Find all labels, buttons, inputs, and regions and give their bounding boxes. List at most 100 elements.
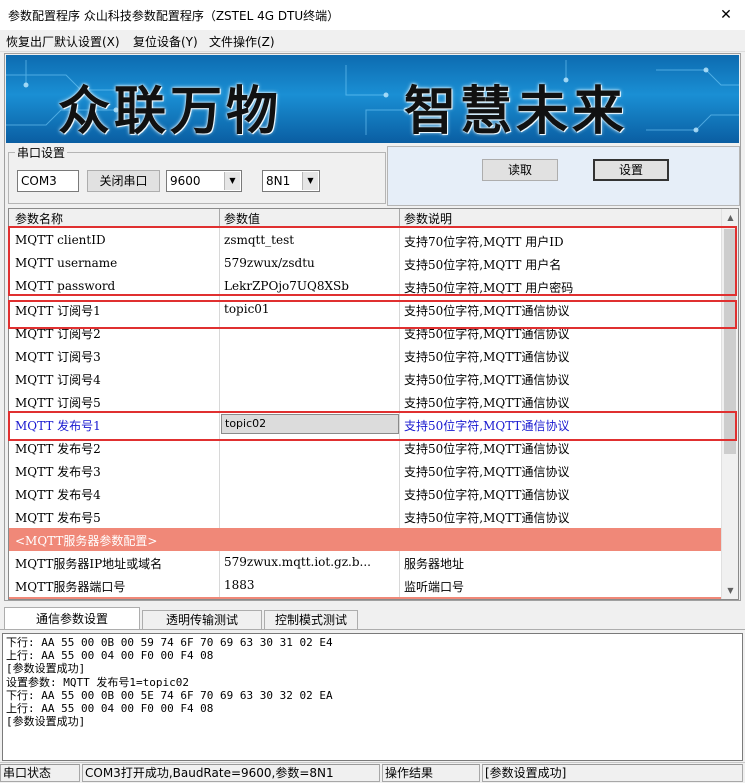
op-result-label: 操作结果 <box>382 764 480 782</box>
tab-divider <box>0 629 745 630</box>
param-value[interactable]: 579zwux.mqtt.iot.gz.b... <box>224 555 399 569</box>
param-description: 支持50位字符,MQTT通信协议 <box>404 465 570 479</box>
banner-slogan-right: 智慧未来 <box>404 81 629 142</box>
port-status-label: 串口状态 <box>0 764 80 782</box>
frame-format-select[interactable]: 8N1 ▼ <box>262 170 320 192</box>
tab-strip: 通信参数设置 透明传输测试 控制模式测试 <box>0 606 745 630</box>
grid-scrollbar[interactable]: ▲ ▼ <box>721 209 738 599</box>
serial-settings-group: 串口设置 COM3 关闭串口 9600 ▼ 8N1 ▼ <box>8 144 386 204</box>
param-name: MQTT 订阅号1 <box>15 304 101 318</box>
table-row[interactable]: MQTT服务器端口号 1883 监听端口号 <box>9 574 721 597</box>
column-divider[interactable] <box>399 209 400 227</box>
column-divider[interactable] <box>219 209 220 227</box>
param-name: MQTT 订阅号5 <box>15 396 101 410</box>
frame-format-value: 8N1 <box>266 174 291 188</box>
log-output[interactable]: 下行: AA 55 00 0B 00 59 74 6F 70 69 63 30 … <box>2 633 743 761</box>
param-value[interactable]: topic01 <box>224 302 399 316</box>
param-value-editor[interactable]: topic02 <box>221 414 399 434</box>
column-header-description[interactable]: 参数说明 <box>404 210 452 227</box>
table-row[interactable]: MQTT 发布号2 支持50位字符,MQTT通信协议 <box>9 436 721 459</box>
com-port-field[interactable]: COM3 <box>17 170 79 192</box>
table-row[interactable]: MQTT 发布号3 支持50位字符,MQTT通信协议 <box>9 459 721 482</box>
table-row[interactable]: MQTT 订阅号4 支持50位字符,MQTT通信协议 <box>9 367 721 390</box>
table-row[interactable]: MQTT 订阅号5 支持50位字符,MQTT通信协议 <box>9 390 721 413</box>
param-description: 监听端口号 <box>404 580 465 594</box>
serial-settings-label: 串口设置 <box>15 144 68 161</box>
param-value[interactable]: 1883 <box>224 578 399 592</box>
menu-file-operations[interactable]: 文件操作(Z) <box>209 33 275 50</box>
param-name: MQTT 发布号2 <box>15 442 101 456</box>
menu-bar: 恢复出厂默认设置(X) 复位设备(Y) 文件操作(Z) <box>0 30 745 52</box>
table-row[interactable]: MQTT服务器IP地址或域名 579zwux.mqtt.iot.gz.b... … <box>9 551 721 574</box>
table-row[interactable]: MQTT username 579zwux/zsdtu 支持50位字符,MQTT… <box>9 252 721 275</box>
section-header-row-partial <box>9 597 721 599</box>
main-panel: 众联万物 智慧未来 串口设置 COM3 关闭串口 9600 ▼ 8N1 ▼ 读取… <box>4 53 741 601</box>
status-bar: 串口状态 COM3打开成功,BaudRate=9600,参数=8N1 操作结果 … <box>0 762 745 783</box>
port-status-value: COM3打开成功,BaudRate=9600,参数=8N1 <box>82 764 380 782</box>
column-header-value[interactable]: 参数值 <box>224 210 260 227</box>
param-name: MQTT clientID <box>15 233 106 247</box>
tab-transparent-test[interactable]: 透明传输测试 <box>142 610 262 629</box>
scroll-up-icon[interactable]: ▲ <box>722 209 738 226</box>
baud-rate-value: 9600 <box>170 174 201 188</box>
menu-restore-defaults[interactable]: 恢复出厂默认设置(X) <box>6 33 120 50</box>
section-header-row[interactable]: <MQTT服务器参数配置> <box>9 528 721 551</box>
scroll-thumb[interactable] <box>724 229 736 454</box>
param-name: MQTT 发布号3 <box>15 465 101 479</box>
tab-comm-params[interactable]: 通信参数设置 <box>4 607 140 630</box>
table-row[interactable]: MQTT 订阅号3 支持50位字符,MQTT通信协议 <box>9 344 721 367</box>
table-row[interactable]: MQTT 订阅号2 支持50位字符,MQTT通信协议 <box>9 321 721 344</box>
param-description: 支持50位字符,MQTT 用户密码 <box>404 281 574 295</box>
baud-rate-select[interactable]: 9600 ▼ <box>166 170 242 192</box>
param-description: 服务器地址 <box>404 557 465 571</box>
param-description: 支持50位字符,MQTT通信协议 <box>404 442 570 456</box>
param-name: MQTT username <box>15 256 118 270</box>
table-row[interactable]: MQTT 发布号5 支持50位字符,MQTT通信协议 <box>9 505 721 528</box>
close-button[interactable]: ✕ <box>713 4 739 26</box>
op-result-value: [参数设置成功] <box>482 764 743 782</box>
banner-slogan-left: 众联万物 <box>58 81 283 142</box>
table-row[interactable]: MQTT 订阅号1 topic01 支持50位字符,MQTT通信协议 <box>9 298 721 321</box>
table-row[interactable]: MQTT clientID zsmqtt_test 支持70位字符,MQTT 用… <box>9 229 721 252</box>
read-button[interactable]: 读取 <box>482 159 558 181</box>
param-description: 支持50位字符,MQTT通信协议 <box>404 350 570 364</box>
param-name: MQTT password <box>15 279 116 293</box>
param-value[interactable]: LekrZPOjo7UQ8XSb <box>224 279 399 293</box>
param-description: 支持50位字符,MQTT通信协议 <box>404 396 570 410</box>
param-value[interactable]: 579zwux/zsdtu <box>224 256 399 270</box>
param-name: MQTT 发布号4 <box>15 488 101 502</box>
param-description: 支持50位字符,MQTT 用户名 <box>404 258 562 272</box>
param-description: 支持50位字符,MQTT通信协议 <box>404 488 570 502</box>
param-name: MQTT服务器IP地址或域名 <box>15 557 163 571</box>
close-port-button[interactable]: 关闭串口 <box>87 170 160 192</box>
chevron-down-icon[interactable]: ▼ <box>302 172 318 190</box>
scroll-down-icon[interactable]: ▼ <box>722 582 738 599</box>
param-name: MQTT服务器端口号 <box>15 580 126 594</box>
chevron-down-icon[interactable]: ▼ <box>224 172 240 190</box>
window-title: 参数配置程序 众山科技参数配置程序（ZSTEL 4G DTU终端） <box>8 9 340 23</box>
param-description: 支持50位字符,MQTT通信协议 <box>404 327 570 341</box>
param-name: MQTT 发布号5 <box>15 511 101 525</box>
parameter-grid[interactable]: 参数名称 参数值 参数说明 MQTT clientID zsmqtt_test … <box>8 208 739 600</box>
param-description: 支持50位字符,MQTT通信协议 <box>404 304 570 318</box>
column-header-name[interactable]: 参数名称 <box>15 210 63 227</box>
title-bar: 参数配置程序 众山科技参数配置程序（ZSTEL 4G DTU终端） ✕ <box>0 0 745 30</box>
table-row[interactable]: MQTT 发布号4 支持50位字符,MQTT通信协议 <box>9 482 721 505</box>
param-description: 支持50位字符,MQTT通信协议 <box>404 419 570 433</box>
param-description: 支持50位字符,MQTT通信协议 <box>404 373 570 387</box>
banner-image: 众联万物 智慧未来 <box>6 55 739 143</box>
action-group: 读取 设置 <box>387 146 740 206</box>
menu-reset-device[interactable]: 复位设备(Y) <box>133 33 198 50</box>
param-name: MQTT 发布号1 <box>15 419 101 433</box>
param-name: MQTT 订阅号2 <box>15 327 101 341</box>
table-row-selected[interactable]: MQTT 发布号1 topic02 支持50位字符,MQTT通信协议 <box>9 413 721 436</box>
tab-control-mode-test[interactable]: 控制模式测试 <box>264 610 358 629</box>
grid-header: 参数名称 参数值 参数说明 <box>9 209 721 227</box>
table-row[interactable]: MQTT password LekrZPOjo7UQ8XSb 支持50位字符,M… <box>9 275 721 298</box>
param-description: 支持50位字符,MQTT通信协议 <box>404 511 570 525</box>
param-name: MQTT 订阅号3 <box>15 350 101 364</box>
param-description: 支持70位字符,MQTT 用户ID <box>404 235 564 249</box>
set-button[interactable]: 设置 <box>593 159 669 181</box>
param-value[interactable]: zsmqtt_test <box>224 233 399 247</box>
section-title: <MQTT服务器参数配置> <box>15 534 158 548</box>
